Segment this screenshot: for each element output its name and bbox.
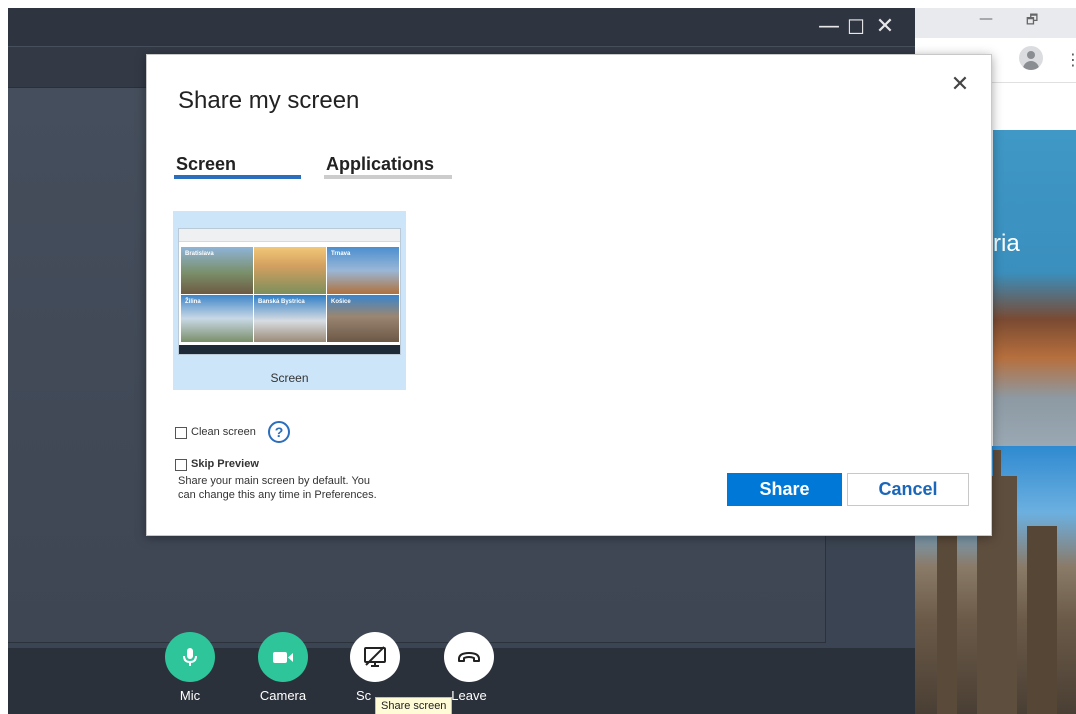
help-icon[interactable]: ? [268, 421, 290, 443]
browser-restore-button[interactable]: 🗗 [1026, 11, 1038, 33]
clean-screen-label: Clean screen [191, 426, 256, 438]
tile-label: Košice [331, 299, 351, 305]
tile-label: Bratislava [185, 251, 214, 257]
skip-preview-checkbox[interactable] [175, 459, 187, 471]
hero-image [993, 130, 1076, 446]
share-screen-icon [364, 646, 386, 667]
thumbnail-label: Screen [270, 371, 309, 385]
dialog-title: Share my screen [178, 87, 360, 114]
browser-minimize-button[interactable]: — [979, 11, 993, 27]
camera-button[interactable] [258, 632, 308, 682]
share-button[interactable]: Share [727, 473, 842, 506]
minimize-button[interactable]: — [816, 14, 842, 40]
close-window-button[interactable]: ✕ [872, 14, 898, 40]
microphone-icon [183, 648, 197, 666]
tile-label: Banská Bystrica [258, 299, 305, 305]
skip-preview-label: Skip Preview [191, 458, 259, 470]
tab-screen-underline [174, 175, 301, 179]
camera-label: Camera [259, 688, 307, 703]
dialog-close-icon[interactable]: ✕ [948, 73, 972, 97]
cancel-button[interactable]: Cancel [847, 473, 969, 506]
hero-heading: ria [993, 230, 1020, 257]
profile-avatar-icon[interactable] [1019, 46, 1043, 70]
share-screen-tooltip: Share screen [375, 697, 453, 714]
screen-thumbnail-card[interactable]: Bratislava Trnava Žilina Banská Bystrica… [173, 211, 406, 390]
share-screen-dialog: Share my screen ✕ Screen Applications Br… [146, 54, 992, 536]
hang-up-icon [458, 652, 480, 662]
app-titlebar: — ☐ ✕ [8, 8, 915, 46]
share-screen-label: Sc [356, 688, 372, 703]
mic-button[interactable] [165, 632, 215, 682]
browser-menu-icon[interactable]: ⋮ [1065, 50, 1076, 70]
skip-preview-description-line-1: Share your main screen by default. You [178, 475, 371, 487]
tile-label: Trnava [331, 251, 351, 257]
tab-applications[interactable]: Applications [326, 154, 434, 175]
browser-titlebar: — 🗗 [915, 8, 1076, 38]
skip-preview-description-line-2: can change this any time in Preferences. [178, 489, 377, 501]
clean-screen-checkbox[interactable] [175, 427, 187, 439]
share-screen-button[interactable] [350, 632, 400, 682]
screen-preview-image: Bratislava Trnava Žilina Banská Bystrica… [178, 228, 401, 355]
maximize-button[interactable]: ☐ [843, 14, 869, 40]
mic-label: Mic [179, 688, 201, 703]
tile-label: Žilina [185, 299, 201, 305]
tab-screen[interactable]: Screen [176, 154, 236, 175]
leave-button[interactable] [444, 632, 494, 682]
video-camera-icon [273, 652, 293, 663]
tab-applications-underline [324, 175, 452, 179]
